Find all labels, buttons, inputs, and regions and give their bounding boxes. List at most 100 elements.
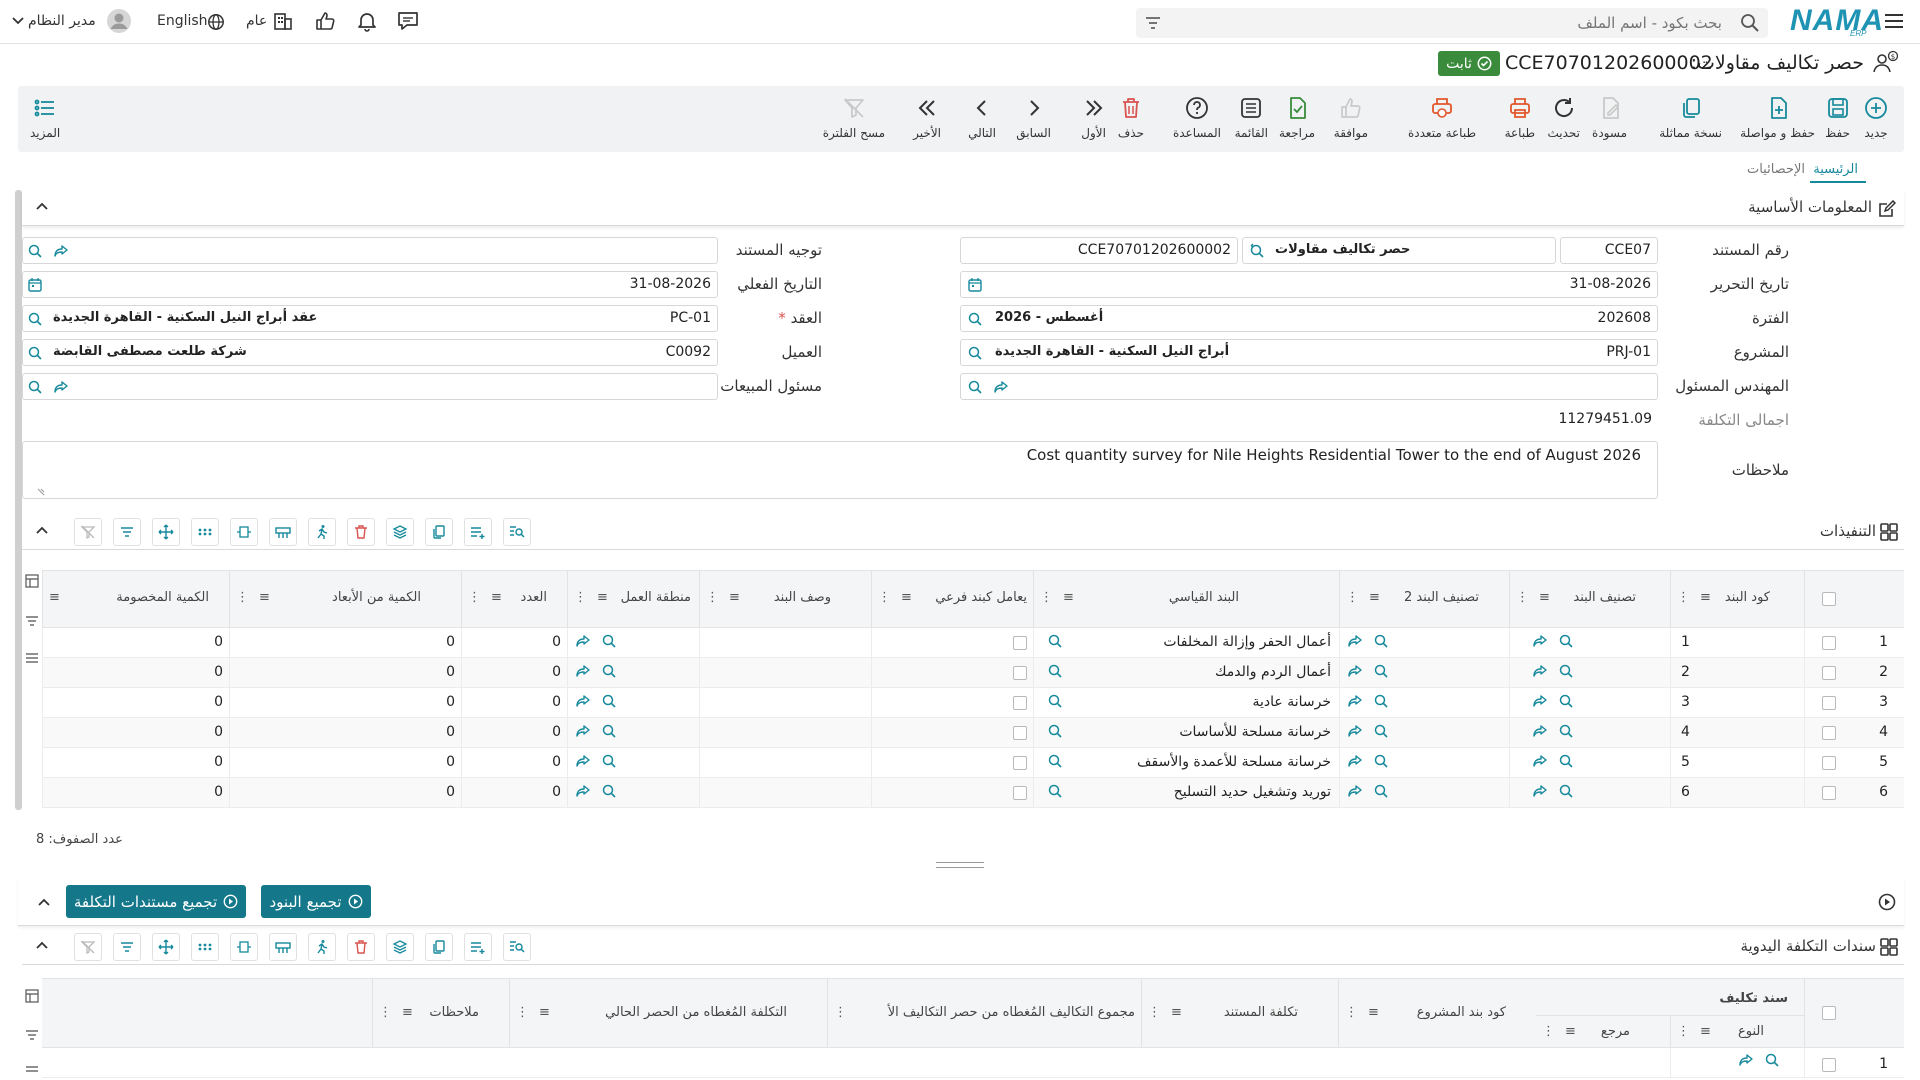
calendar-icon[interactable] bbox=[27, 277, 43, 293]
language-switch[interactable]: English bbox=[157, 13, 208, 29]
actual-date-field[interactable]: 31-08-2026 bbox=[22, 271, 718, 298]
table-settings-icon[interactable] bbox=[25, 574, 39, 588]
count-cell[interactable]: 0 bbox=[461, 688, 567, 718]
user-avatar-icon[interactable] bbox=[106, 8, 132, 34]
resize-splitter[interactable] bbox=[936, 862, 984, 868]
more-vert-icon[interactable]: ⋮ bbox=[1346, 590, 1359, 605]
item-description-cell[interactable] bbox=[699, 778, 871, 808]
lookup-icon[interactable] bbox=[1558, 663, 1574, 679]
table-tools-button[interactable] bbox=[269, 933, 297, 961]
qty-deducted-cell[interactable]: 0 bbox=[42, 778, 229, 808]
review-button[interactable]: مراجعة bbox=[1279, 96, 1315, 140]
column-filter-icon[interactable]: ≡ bbox=[49, 590, 60, 605]
lookup-icon[interactable] bbox=[1558, 693, 1574, 709]
refresh-button[interactable]: تحديث bbox=[1547, 96, 1580, 140]
collapse-manual-cost-icon[interactable] bbox=[36, 941, 48, 949]
lookup-icon[interactable] bbox=[27, 243, 43, 259]
sub-item-checkbox[interactable] bbox=[1013, 666, 1027, 680]
row-checkbox[interactable] bbox=[1822, 636, 1836, 650]
qty-dimensions-cell[interactable]: 0 bbox=[229, 628, 461, 658]
item-category-2-cell[interactable] bbox=[1339, 628, 1509, 658]
add-row-button[interactable] bbox=[464, 933, 492, 961]
lookup-icon[interactable] bbox=[601, 723, 617, 739]
table-row[interactable]: 6 6 توريد وتشغيل حديد التسليح 0 0 0 bbox=[42, 778, 1904, 808]
lookup-icon[interactable] bbox=[1373, 663, 1389, 679]
qty-dimensions-cell[interactable]: 0 bbox=[229, 748, 461, 778]
columns-button[interactable] bbox=[191, 518, 219, 546]
user-name[interactable]: مدير النظام bbox=[28, 13, 96, 29]
more-vert-icon[interactable]: ⋮ bbox=[706, 590, 719, 605]
column-filter-icon[interactable]: ≡ bbox=[1539, 590, 1550, 605]
lookup-icon[interactable] bbox=[601, 663, 617, 679]
share-icon[interactable] bbox=[575, 723, 591, 739]
qty-deducted-cell[interactable]: 0 bbox=[42, 688, 229, 718]
multi-print-button[interactable]: طباعة متعددة bbox=[1408, 96, 1476, 140]
row-checkbox[interactable] bbox=[1822, 1058, 1836, 1072]
share-icon[interactable] bbox=[1347, 753, 1363, 769]
help-button[interactable]: المساعدة bbox=[1173, 96, 1221, 140]
share-icon[interactable] bbox=[1347, 663, 1363, 679]
filter-icon[interactable] bbox=[1144, 14, 1162, 32]
count-cell[interactable]: 0 bbox=[461, 718, 567, 748]
sales-field[interactable] bbox=[22, 373, 718, 400]
lookup-icon[interactable] bbox=[601, 693, 617, 709]
item-category-2-cell[interactable] bbox=[1339, 688, 1509, 718]
more-vert-icon[interactable]: ⋮ bbox=[1677, 590, 1690, 605]
new-button[interactable]: جديد bbox=[1864, 96, 1888, 140]
item-description-cell[interactable] bbox=[699, 748, 871, 778]
item-code-cell[interactable]: 1 bbox=[1670, 628, 1804, 658]
standard-item-cell[interactable]: خرسانة مسلحة للأساسات bbox=[1033, 718, 1339, 748]
share-icon[interactable] bbox=[1347, 723, 1363, 739]
share-icon[interactable] bbox=[1532, 663, 1548, 679]
company-icon[interactable] bbox=[272, 10, 294, 32]
lookup-icon[interactable] bbox=[1249, 243, 1265, 259]
lookup-icon[interactable] bbox=[1373, 723, 1389, 739]
chat-icon[interactable] bbox=[396, 10, 420, 32]
lookup-icon[interactable] bbox=[1373, 693, 1389, 709]
more-vert-icon[interactable]: ⋮ bbox=[878, 590, 891, 605]
work-area-cell[interactable] bbox=[567, 718, 699, 748]
work-area-cell[interactable] bbox=[567, 748, 699, 778]
lookup-icon[interactable] bbox=[1558, 753, 1574, 769]
tab-statistics[interactable]: الإحصائيات bbox=[1747, 162, 1805, 177]
lookup-icon[interactable] bbox=[1558, 783, 1574, 799]
menu-lines-icon[interactable] bbox=[25, 651, 39, 665]
column-filter-icon[interactable]: ≡ bbox=[1565, 1024, 1576, 1039]
list-button[interactable]: القائمة bbox=[1235, 96, 1268, 140]
customer-field[interactable]: C0092 شركة طلعت مصطفى القابضة bbox=[22, 339, 718, 366]
duplicate-button[interactable]: نسخة مماثلة bbox=[1659, 96, 1722, 140]
contract-field[interactable]: PC-01 عقد أبراج النيل السكنية - القاهرة … bbox=[22, 305, 718, 332]
more-vert-icon[interactable]: ⋮ bbox=[1516, 590, 1529, 605]
filter-icon[interactable] bbox=[25, 614, 39, 628]
share-icon[interactable] bbox=[1532, 633, 1548, 649]
more-button[interactable]: المزيد bbox=[30, 96, 60, 140]
lookup-icon[interactable] bbox=[1373, 753, 1389, 769]
item-code-cell[interactable]: 6 bbox=[1670, 778, 1804, 808]
more-vert-icon[interactable]: ⋮ bbox=[834, 1005, 847, 1020]
lookup-icon[interactable] bbox=[27, 379, 43, 395]
column-filter-icon[interactable]: ≡ bbox=[539, 1005, 550, 1020]
clear-filter-button[interactable] bbox=[74, 518, 102, 546]
engineer-field[interactable] bbox=[960, 373, 1658, 400]
filter-button[interactable] bbox=[113, 518, 141, 546]
standard-item-cell[interactable]: توريد وتشغيل حديد التسليح bbox=[1033, 778, 1339, 808]
row-checkbox[interactable] bbox=[1822, 666, 1836, 680]
lookup-icon[interactable] bbox=[1558, 633, 1574, 649]
chevron-down-icon[interactable] bbox=[12, 17, 24, 25]
more-vert-icon[interactable]: ⋮ bbox=[236, 590, 249, 605]
run-button[interactable] bbox=[308, 933, 336, 961]
table-row[interactable]: 4 4 خرسانة مسلحة للأساسات 0 0 0 bbox=[42, 718, 1904, 748]
share-icon[interactable] bbox=[575, 663, 591, 679]
qty-dimensions-cell[interactable]: 0 bbox=[229, 688, 461, 718]
share-icon[interactable] bbox=[1532, 693, 1548, 709]
share-icon[interactable] bbox=[1347, 783, 1363, 799]
item-category-cell[interactable] bbox=[1509, 778, 1670, 808]
first-button[interactable]: الأول bbox=[1081, 96, 1106, 140]
lookup-icon[interactable] bbox=[1047, 783, 1063, 799]
tab-main[interactable]: الرئيسية bbox=[1813, 162, 1858, 177]
qty-dimensions-cell[interactable]: 0 bbox=[229, 718, 461, 748]
share-icon[interactable] bbox=[1532, 753, 1548, 769]
doc-no-code-field[interactable]: CCE07 bbox=[1560, 237, 1658, 264]
more-vert-icon[interactable]: ⋮ bbox=[379, 1005, 392, 1020]
item-description-cell[interactable] bbox=[699, 628, 871, 658]
